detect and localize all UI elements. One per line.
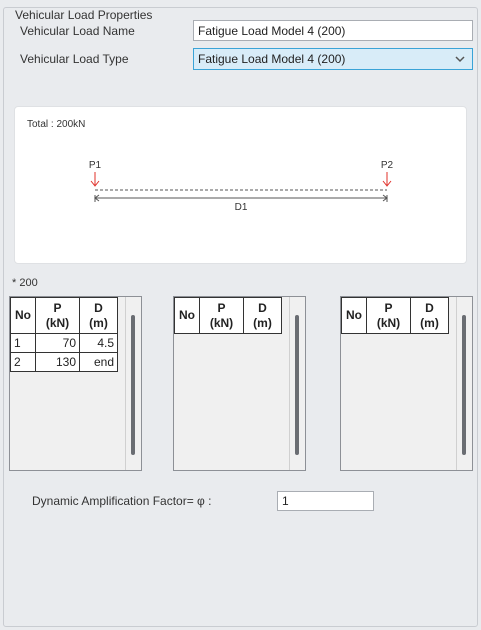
dynamic-amplification-factor-label: Dynamic Amplification Factor= φ : [32, 494, 212, 508]
column-header-d: D (m) [79, 297, 118, 334]
load-p1-arrow [90, 172, 100, 187]
column-header-p: P (kN) [199, 297, 244, 334]
load-diagram-svg: P1 P2 D1 [89, 160, 394, 213]
column-header-no: No [10, 297, 36, 334]
cell-d[interactable]: 4.5 [79, 333, 118, 353]
cell-p[interactable]: 70 [35, 333, 80, 353]
table-row[interactable]: 1 70 4.5 [10, 333, 118, 353]
table-2-scrollbar[interactable] [289, 297, 305, 470]
table-1-scrollbar[interactable] [125, 297, 141, 470]
column-header-p: P (kN) [35, 297, 80, 334]
table-row[interactable]: 2 130 end [10, 352, 118, 372]
chevron-down-icon [455, 56, 465, 63]
cell-d[interactable]: end [79, 352, 118, 372]
table-3-scrollbar[interactable] [456, 297, 472, 470]
load-table-2[interactable]: No P (kN) D (m) [173, 296, 306, 471]
load-table-1[interactable]: No P (kN) D (m) 1 70 4.5 2 130 end [9, 296, 142, 471]
vehicular-load-name-label: Vehicular Load Name [20, 24, 135, 38]
vehicular-load-name-input[interactable] [193, 20, 473, 41]
load-section-label: * 200 [12, 277, 38, 289]
dimension-line-d1 [94, 194, 388, 202]
cell-no[interactable]: 1 [10, 333, 36, 353]
load-p2-arrow [382, 172, 392, 187]
distance-d1-label: D1 [235, 202, 248, 213]
column-header-d: D (m) [243, 297, 282, 334]
load-p1-label: P1 [89, 160, 102, 171]
load-diagram: Total : 200kN P1 P2 D1 [14, 106, 467, 264]
scrollbar-thumb[interactable] [131, 315, 135, 455]
scrollbar-thumb[interactable] [295, 315, 299, 455]
vehicular-load-type-select[interactable]: Fatigue Load Model 4 (200) [193, 48, 473, 70]
column-header-no: No [174, 297, 200, 334]
vehicular-load-type-value: Fatigue Load Model 4 (200) [198, 52, 346, 66]
load-p2-label: P2 [381, 160, 394, 171]
scrollbar-thumb[interactable] [462, 315, 466, 455]
load-table-3[interactable]: No P (kN) D (m) [340, 296, 473, 471]
column-header-d: D (m) [410, 297, 449, 334]
column-header-p: P (kN) [366, 297, 411, 334]
cell-no[interactable]: 2 [10, 352, 36, 372]
vehicular-load-type-label: Vehicular Load Type [20, 52, 129, 66]
cell-p[interactable]: 130 [35, 352, 80, 372]
column-header-no: No [341, 297, 367, 334]
dynamic-amplification-factor-input[interactable] [277, 491, 374, 511]
group-title: Vehicular Load Properties [12, 8, 156, 22]
